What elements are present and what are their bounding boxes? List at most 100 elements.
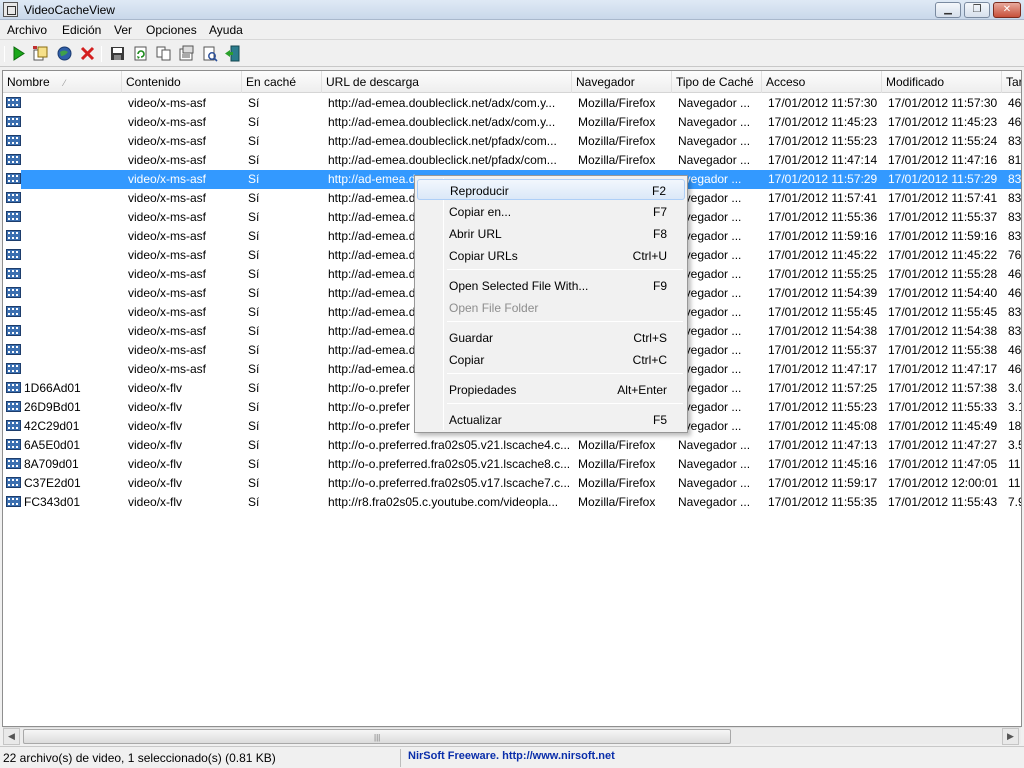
table-row[interactable]: video/x-ms-asf Sí http://ad-emea.doublecli… <box>3 94 1021 113</box>
cell-access: 17/01/2012 11:45:16 <box>768 457 878 471</box>
menu-item-abrir-url[interactable]: Abrir URL F8 <box>417 223 685 244</box>
cell-content: video/x-flv <box>128 438 183 452</box>
table-row[interactable]: 8A709d01 video/x-flv Sí http://o-o.preferre… <box>3 455 1021 474</box>
menu-archivo[interactable]: Archivo <box>7 23 47 37</box>
video-file-icon <box>6 173 21 184</box>
menu-item-shortcut: F9 <box>652 279 667 293</box>
scroll-left-icon[interactable]: ◀ <box>3 728 20 745</box>
menu-item-copiar-en[interactable]: Copiar en... F7 <box>417 201 685 222</box>
copy-icon[interactable] <box>155 45 172 62</box>
menu-item-actualizar[interactable]: Actualizar F5 <box>417 409 685 430</box>
cell-content: video/x-ms-asf <box>128 343 207 357</box>
cell-cached: Sí <box>248 400 260 414</box>
column-header-navegador[interactable]: Navegador <box>572 71 672 93</box>
menu-ver[interactable]: Ver <box>114 23 132 37</box>
table-row[interactable]: video/x-ms-asf Sí http://ad-emea.doublecli… <box>3 151 1021 170</box>
column-header-en-cache[interactable]: En caché <box>242 71 322 93</box>
cell-modified: 17/01/2012 11:57:41 <box>888 191 998 205</box>
menu-item-open-selected-file-with[interactable]: Open Selected File With... F9 <box>417 275 685 296</box>
cell-cache-type: Navegador ... <box>678 115 751 129</box>
menu-item-reproducir[interactable]: Reproducir F2 <box>417 179 685 200</box>
menu-item-label: Actualizar <box>449 413 502 427</box>
cell-cached: Sí <box>248 96 260 110</box>
save-icon[interactable] <box>109 45 126 62</box>
menu-edicion[interactable]: Edición <box>62 23 101 37</box>
cell-modified: 17/01/2012 11:45:23 <box>888 115 998 129</box>
play-icon[interactable] <box>10 45 27 62</box>
options-icon[interactable] <box>178 45 195 62</box>
cell-modified: 17/01/2012 11:57:29 <box>888 172 998 186</box>
cell-url: http://ad-emea.d <box>328 286 416 300</box>
cell-cached: Sí <box>248 457 260 471</box>
table-row[interactable]: video/x-ms-asf Sí http://ad-emea.doublecli… <box>3 113 1021 132</box>
menu-item-label: Guardar <box>449 331 494 345</box>
video-file-icon <box>6 382 21 393</box>
cell-url: http://o-o.prefer <box>328 419 411 433</box>
video-file-icon <box>6 363 21 374</box>
table-row[interactable]: 6A5E0d01 video/x-flv Sí http://o-o.preferre… <box>3 436 1021 455</box>
exit-icon[interactable] <box>224 45 241 62</box>
column-header-tipo-cache[interactable]: Tipo de Caché <box>672 71 762 93</box>
column-header-modificado[interactable]: Modificado <box>882 71 1002 93</box>
menu-item-label: Reproducir <box>450 184 509 198</box>
cell-access: 17/01/2012 11:45:22 <box>768 248 878 262</box>
menu-item-copiar-urls[interactable]: Copiar URLs Ctrl+U <box>417 245 685 266</box>
column-header-contenido[interactable]: Contenido <box>122 71 242 93</box>
cell-access: 17/01/2012 11:54:38 <box>768 324 878 338</box>
copy-to-icon[interactable] <box>32 45 49 62</box>
video-file-icon <box>6 135 21 146</box>
cell-size: 466 <box>1008 286 1022 300</box>
column-header-url[interactable]: URL de descarga <box>322 71 572 93</box>
scroll-thumb[interactable]: ||| <box>23 729 731 744</box>
table-row[interactable]: C37E2d01 video/x-flv Sí http://o-o.preferre… <box>3 474 1021 493</box>
cell-access: 17/01/2012 11:47:14 <box>768 153 878 167</box>
open-url-icon[interactable] <box>56 45 73 62</box>
menu-item-propiedades[interactable]: Propiedades Alt+Enter <box>417 379 685 400</box>
window-title: VideoCacheView <box>24 3 115 17</box>
menu-item-copiar[interactable]: Copiar Ctrl+C <box>417 349 685 370</box>
scroll-right-icon[interactable]: ▶ <box>1002 728 1019 745</box>
cell-size: 3.0 <box>1008 381 1021 395</box>
cell-nombre: 8A709d01 <box>24 457 79 471</box>
status-bar: 22 archivo(s) de video, 1 seleccionado(s… <box>0 746 1024 768</box>
cell-modified: 17/01/2012 11:55:38 <box>888 343 998 357</box>
horizontal-scrollbar[interactable]: ◀ ||| ▶ <box>3 727 1021 745</box>
cell-size: 11. <box>1008 476 1021 490</box>
column-header-tamano[interactable]: Tar <box>1002 71 1021 93</box>
nirsoft-link[interactable]: NirSoft Freeware. http://www.nirsoft.net <box>408 750 615 762</box>
table-row[interactable]: video/x-ms-asf Sí http://ad-emea.doublecli… <box>3 132 1021 151</box>
cell-content: video/x-ms-asf <box>128 305 207 319</box>
cell-content: video/x-ms-asf <box>128 267 207 281</box>
cell-cached: Sí <box>248 286 260 300</box>
scroll-grip-icon: ||| <box>374 733 381 742</box>
cell-url: http://o-o.prefer <box>328 400 411 414</box>
minimize-button[interactable]: ▁ <box>935 2 961 18</box>
column-header-nombre[interactable]: Nombre ⁄ <box>3 71 122 93</box>
column-header-acceso[interactable]: Acceso <box>762 71 882 93</box>
video-file-icon <box>6 268 21 279</box>
table-row[interactable]: FC343d01 video/x-flv Sí http://r8.fra02s05.… <box>3 493 1021 512</box>
menu-item-label: Copiar <box>449 353 485 367</box>
menu-item-shortcut: F5 <box>652 413 667 427</box>
status-summary: 22 archivo(s) de video, 1 seleccionado(s… <box>3 751 276 765</box>
menu-opciones[interactable]: Opciones <box>146 23 197 37</box>
menu-item-guardar[interactable]: Guardar Ctrl+S <box>417 327 685 348</box>
cell-cached: Sí <box>248 324 260 338</box>
cell-size: 837 <box>1008 229 1022 243</box>
properties-icon[interactable] <box>201 45 218 62</box>
cell-content: video/x-flv <box>128 381 183 395</box>
cell-modified: 17/01/2012 11:55:45 <box>888 305 998 319</box>
cell-browser: Mozilla/Firefox <box>578 115 656 129</box>
refresh-icon[interactable] <box>132 45 149 62</box>
video-file-icon <box>6 439 21 450</box>
title-bar[interactable]: VideoCacheView ▁ ❐ ✕ <box>0 0 1024 20</box>
cell-browser: Mozilla/Firefox <box>578 495 656 509</box>
delete-icon[interactable] <box>79 45 96 62</box>
cell-cached: Sí <box>248 305 260 319</box>
close-button[interactable]: ✕ <box>993 2 1021 18</box>
maximize-button[interactable]: ❐ <box>964 2 990 18</box>
menu-ayuda[interactable]: Ayuda <box>209 23 243 37</box>
cell-nombre: 42C29d01 <box>24 419 80 433</box>
video-file-icon <box>6 154 21 165</box>
cell-cached: Sí <box>248 115 260 129</box>
